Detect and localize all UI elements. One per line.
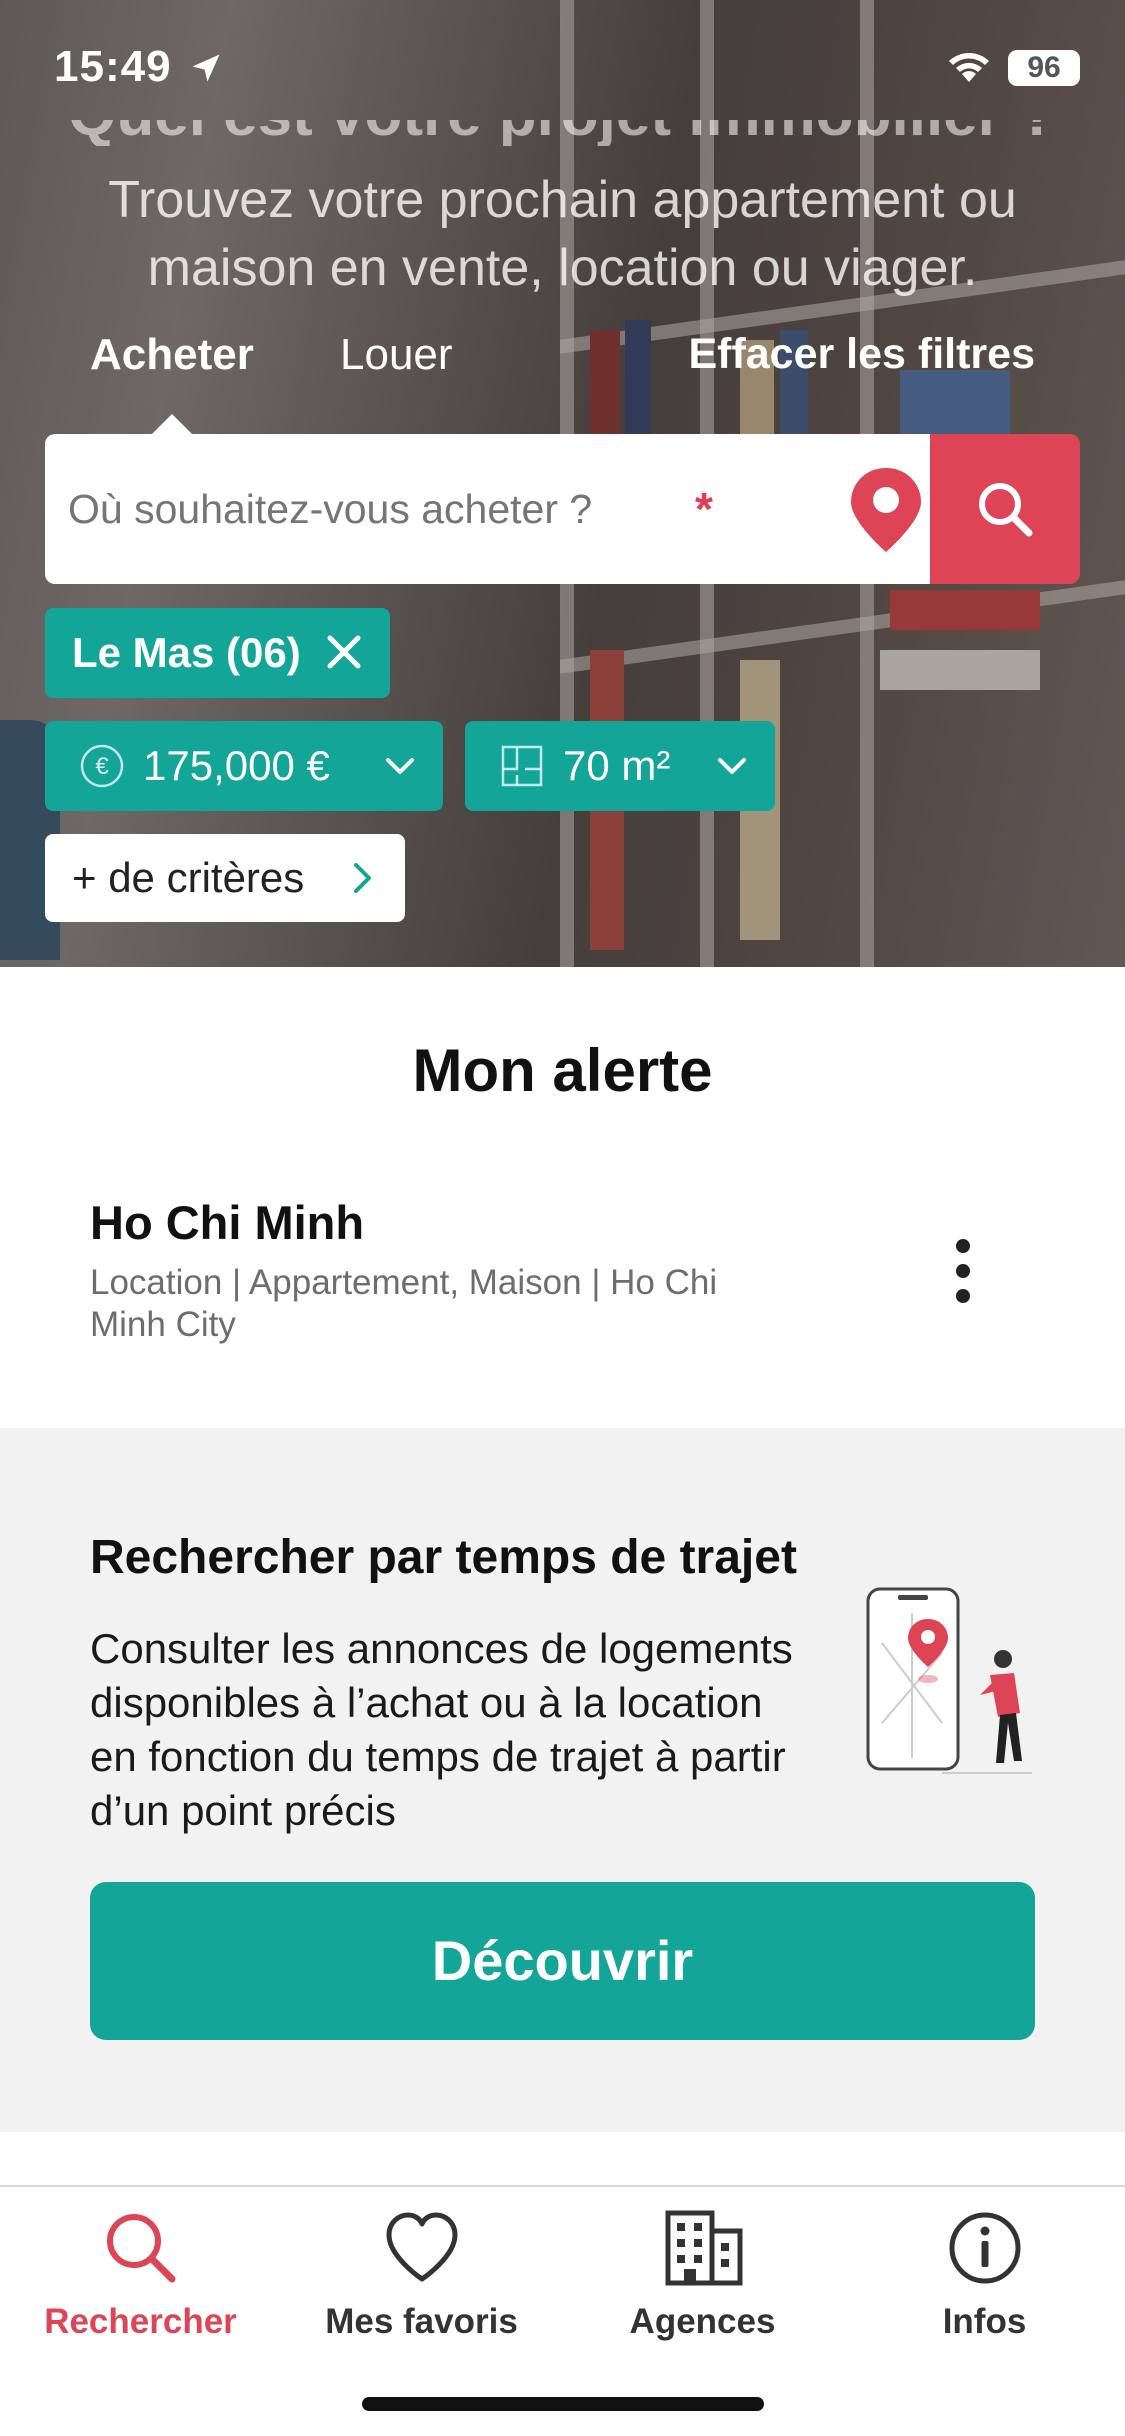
more-options-icon[interactable] <box>948 1236 978 1306</box>
nav-item-agences[interactable]: Agences <box>562 2187 843 2387</box>
price-filter[interactable]: € 175,000 € <box>45 721 443 811</box>
map-pin-icon[interactable] <box>845 464 927 554</box>
chevron-down-icon <box>386 758 414 774</box>
discover-button[interactable]: Découvrir <box>90 1882 1035 2040</box>
more-criteria-label: + de critères <box>72 854 305 901</box>
hero-title-clip: Quel est votre projet immobilier ? <box>0 120 1125 146</box>
tab-acheter[interactable]: Acheter <box>90 330 254 380</box>
nav-label: Infos <box>942 2302 1027 2341</box>
nav-item-rechercher[interactable]: Rechercher <box>0 2187 281 2387</box>
svg-text:€: € <box>95 753 109 780</box>
location-arrow-icon <box>192 54 220 82</box>
search-icon <box>979 483 1033 537</box>
home-indicator[interactable] <box>362 2397 764 2411</box>
info-icon <box>949 2212 1020 2284</box>
heart-icon <box>386 2212 457 2282</box>
close-icon[interactable] <box>324 632 364 672</box>
phone-map-illustration <box>866 1587 1032 1774</box>
status-bar: 15:49 96 <box>0 0 1125 130</box>
battery-indicator: 96 <box>1008 50 1080 86</box>
area-filter[interactable]: 70 m² <box>465 721 775 811</box>
required-star: * <box>695 483 713 535</box>
building-icon <box>665 2210 742 2286</box>
hero-banner: 15:49 96 Quel est votre projet immobilie… <box>0 0 1125 967</box>
nav-item-favoris[interactable]: Mes favoris <box>281 2187 562 2387</box>
nav-label: Rechercher <box>44 2302 237 2341</box>
travel-time-description: Consulter les annonces de logements disp… <box>90 1625 793 1834</box>
alert-description: Location | Appartement, Maison | Ho Chi … <box>90 1263 718 1344</box>
status-time: 15:49 <box>54 42 172 91</box>
tab-louer[interactable]: Louer <box>340 330 453 380</box>
more-criteria-button[interactable]: + de critères <box>45 834 405 922</box>
search-input[interactable] <box>68 434 668 584</box>
clear-filters-link[interactable]: Effacer les filtres <box>688 330 1035 379</box>
search-icon <box>106 2214 175 2283</box>
alert-section-title: Mon alerte <box>412 1037 713 1104</box>
search-button[interactable] <box>930 434 1080 584</box>
location-chip-label: Le Mas (06) <box>72 629 301 676</box>
nav-label: Mes favoris <box>325 2302 518 2341</box>
nav-item-infos[interactable]: Infos <box>844 2187 1125 2387</box>
area-filter-value: 70 m² <box>563 742 671 789</box>
search-field[interactable]: * <box>45 434 930 584</box>
active-tab-caret <box>152 414 192 434</box>
location-chip[interactable]: Le Mas (06) <box>45 608 390 698</box>
travel-time-title: Rechercher par temps de trajet <box>90 1531 797 1584</box>
alert-name[interactable]: Ho Chi Minh <box>90 1195 364 1250</box>
wifi-icon <box>949 53 989 82</box>
euro-icon: € <box>80 744 124 788</box>
travel-time-section: Rechercher par temps de trajet Consulter… <box>0 1428 1125 2132</box>
nav-label: Agences <box>629 2302 776 2341</box>
hero-title: Quel est votre projet immobilier ? <box>0 120 1125 146</box>
price-filter-value: 175,000 € <box>143 742 330 789</box>
chevron-down-icon <box>718 758 746 774</box>
hero-subtitle: Trouvez votre prochain appartement ou ma… <box>108 171 1017 297</box>
floor-plan-icon <box>501 745 543 787</box>
chevron-right-icon <box>354 863 371 893</box>
